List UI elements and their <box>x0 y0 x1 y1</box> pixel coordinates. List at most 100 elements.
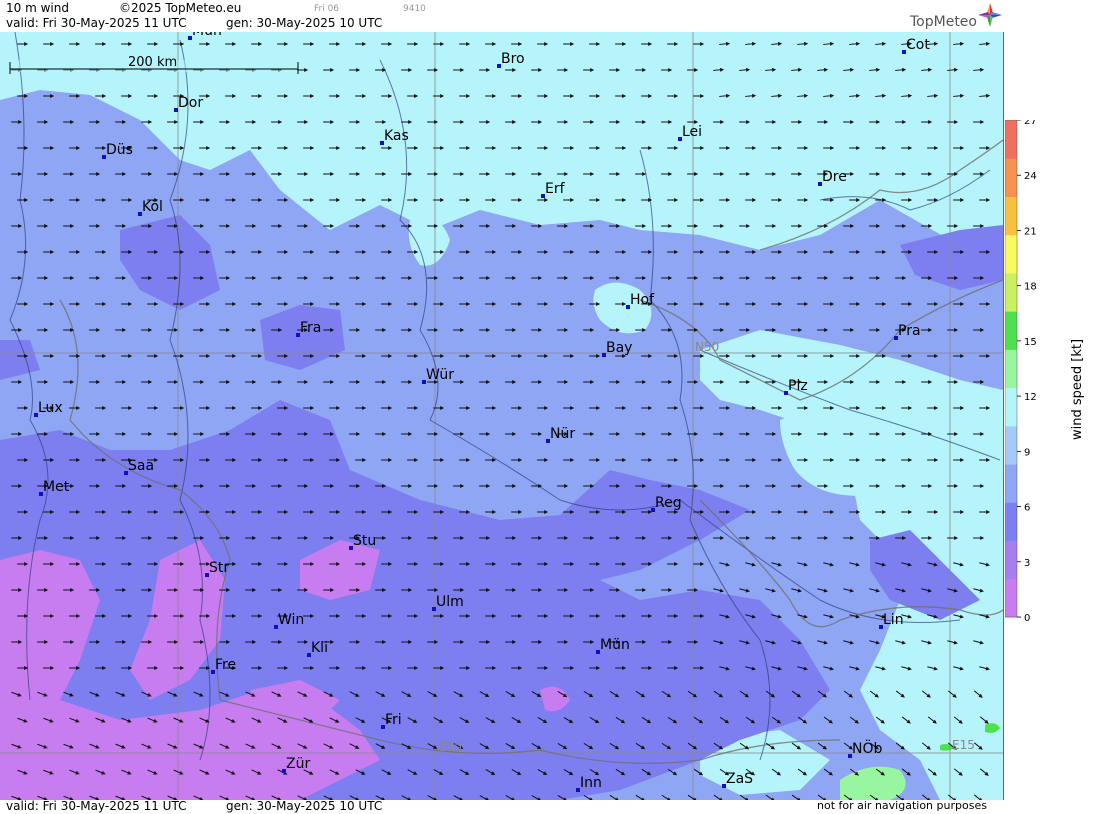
city-marker: Kli <box>307 640 328 657</box>
compass-icon <box>978 3 1002 27</box>
city-label: Bay <box>606 340 632 356</box>
city-label: Lux <box>38 400 63 416</box>
city-marker: Düs <box>102 142 133 159</box>
city-label: Kli <box>311 640 328 656</box>
map-frame-edge <box>1003 32 1004 800</box>
code-label: 9410 <box>403 4 426 14</box>
city-marker: Met <box>39 479 70 496</box>
city-marker: Nür <box>546 426 575 443</box>
city-label: Stu <box>353 533 376 549</box>
city-marker: NÖb <box>848 739 882 758</box>
legend-color-step <box>1005 234 1017 274</box>
city-marker: Stu <box>349 533 376 550</box>
grid-label-n50: N50 <box>695 340 719 354</box>
map-title: 10 m wind <box>6 1 69 15</box>
city-marker: Bay <box>602 340 632 357</box>
wind-map[interactable]: N50 E10 E15 Mün Bro Cot Dor Kas Lei Düs Erf Dre K… <box>0 32 1003 800</box>
city-label: Dor <box>178 95 203 111</box>
city-label: Met <box>43 479 70 495</box>
city-label: Bro <box>501 51 525 67</box>
legend-tick-label: 24 <box>1024 171 1037 182</box>
city-label: Fra <box>300 320 321 336</box>
legend-color-step <box>1005 120 1017 159</box>
legend-tick-label: 9 <box>1024 447 1030 458</box>
legend-color-step <box>1005 425 1017 465</box>
city-label: Dre <box>822 169 847 185</box>
legend-tick-label: 12 <box>1024 392 1037 403</box>
legend-tick-label: 27 <box>1024 120 1037 127</box>
city-label: Str <box>209 560 229 576</box>
city-marker: Lei <box>678 124 702 141</box>
city-marker: Dre <box>818 169 847 186</box>
city-label: Win <box>278 612 304 628</box>
legend-color-bar <box>1004 119 1018 618</box>
legend-color-step <box>1005 387 1017 427</box>
city-label: Zür <box>286 756 310 772</box>
city-label: Düs <box>106 142 133 158</box>
city-marker: Wür <box>422 367 454 384</box>
legend-tick-label: 3 <box>1024 558 1030 569</box>
city-marker: Ulm <box>432 594 464 611</box>
city-label: Saa <box>128 458 154 474</box>
city-marker: Inn <box>576 775 602 792</box>
topmeteo-logo[interactable]: TopMeteo <box>906 2 1004 30</box>
city-label: NÖb <box>852 739 882 757</box>
brand-name: TopMeteo <box>909 14 977 30</box>
city-marker: Köl <box>138 199 163 216</box>
city-label: Mün <box>600 637 630 653</box>
legend-color-step <box>1005 540 1017 580</box>
gen-time-footer: gen: 30-May-2025 10 UTC <box>226 799 383 813</box>
city-label: Fri <box>385 712 402 728</box>
legend-tick-label: 21 <box>1024 226 1037 237</box>
legend-color-step <box>1005 158 1017 197</box>
city-marker: Hof <box>626 292 655 309</box>
city-marker: Lux <box>34 400 63 417</box>
legend-color-step <box>1005 502 1017 542</box>
legend-tick-label: 15 <box>1024 337 1037 348</box>
legend-tick-label: 6 <box>1024 503 1030 514</box>
city-label: Inn <box>580 775 602 791</box>
city-marker: Erf <box>541 181 566 198</box>
legend-color-step <box>1005 196 1017 236</box>
city-label: Nür <box>550 426 575 442</box>
scale-bar-label: 200 km <box>128 55 177 70</box>
city-marker: Win <box>274 612 304 629</box>
city-marker: Fra <box>296 320 321 337</box>
city-marker: Plz <box>784 378 808 395</box>
city-label: Ulm <box>436 594 464 610</box>
valid-time-header: valid: Fri 30-May-2025 11 UTC <box>6 16 187 30</box>
city-label: Erf <box>545 181 566 197</box>
city-marker: Mün <box>188 32 222 40</box>
city-marker: ZaS <box>722 771 753 788</box>
city-label: Pra <box>898 323 921 339</box>
legend-color-step <box>1005 272 1017 312</box>
wind-speed-legend: 27 24 21 18 15 12 9 6 3 0 wind speed [kt] <box>1004 116 1095 640</box>
grid-label-e10: E10 <box>439 740 462 754</box>
copyright-text: ©2025 TopMeteo.eu <box>119 1 242 15</box>
city-label: Lei <box>682 124 702 140</box>
city-marker: Mün <box>596 637 630 654</box>
city-marker: Pra <box>894 323 921 340</box>
city-marker: Zür <box>282 756 310 773</box>
city-label: Plz <box>788 378 808 394</box>
city-label: Mün <box>192 32 222 39</box>
valid-time-footer: valid: Fri 30-May-2025 11 UTC <box>6 799 187 813</box>
city-marker: Bro <box>497 51 525 68</box>
legend-color-step <box>1005 311 1017 350</box>
city-marker: Kas <box>380 128 409 145</box>
city-label: Fre <box>215 657 236 673</box>
city-label: Reg <box>655 495 682 511</box>
city-marker: Fre <box>211 657 236 674</box>
city-label: Lin <box>883 612 904 628</box>
city-label: Hof <box>630 292 655 308</box>
city-marker: Saa <box>124 458 154 475</box>
city-marker: Reg <box>651 495 682 512</box>
legend-tick-label: 18 <box>1024 282 1037 293</box>
city-label: Kas <box>384 128 409 144</box>
city-marker: Str <box>205 560 229 577</box>
legend-ticks: 27 24 21 18 15 12 9 6 3 0 <box>1017 116 1037 624</box>
city-label: Cot <box>906 37 930 53</box>
city-marker: Cot <box>902 37 930 54</box>
gen-time-header: gen: 30-May-2025 10 UTC <box>226 16 383 30</box>
navigation-disclaimer: not for air navigation purposes <box>817 799 987 812</box>
